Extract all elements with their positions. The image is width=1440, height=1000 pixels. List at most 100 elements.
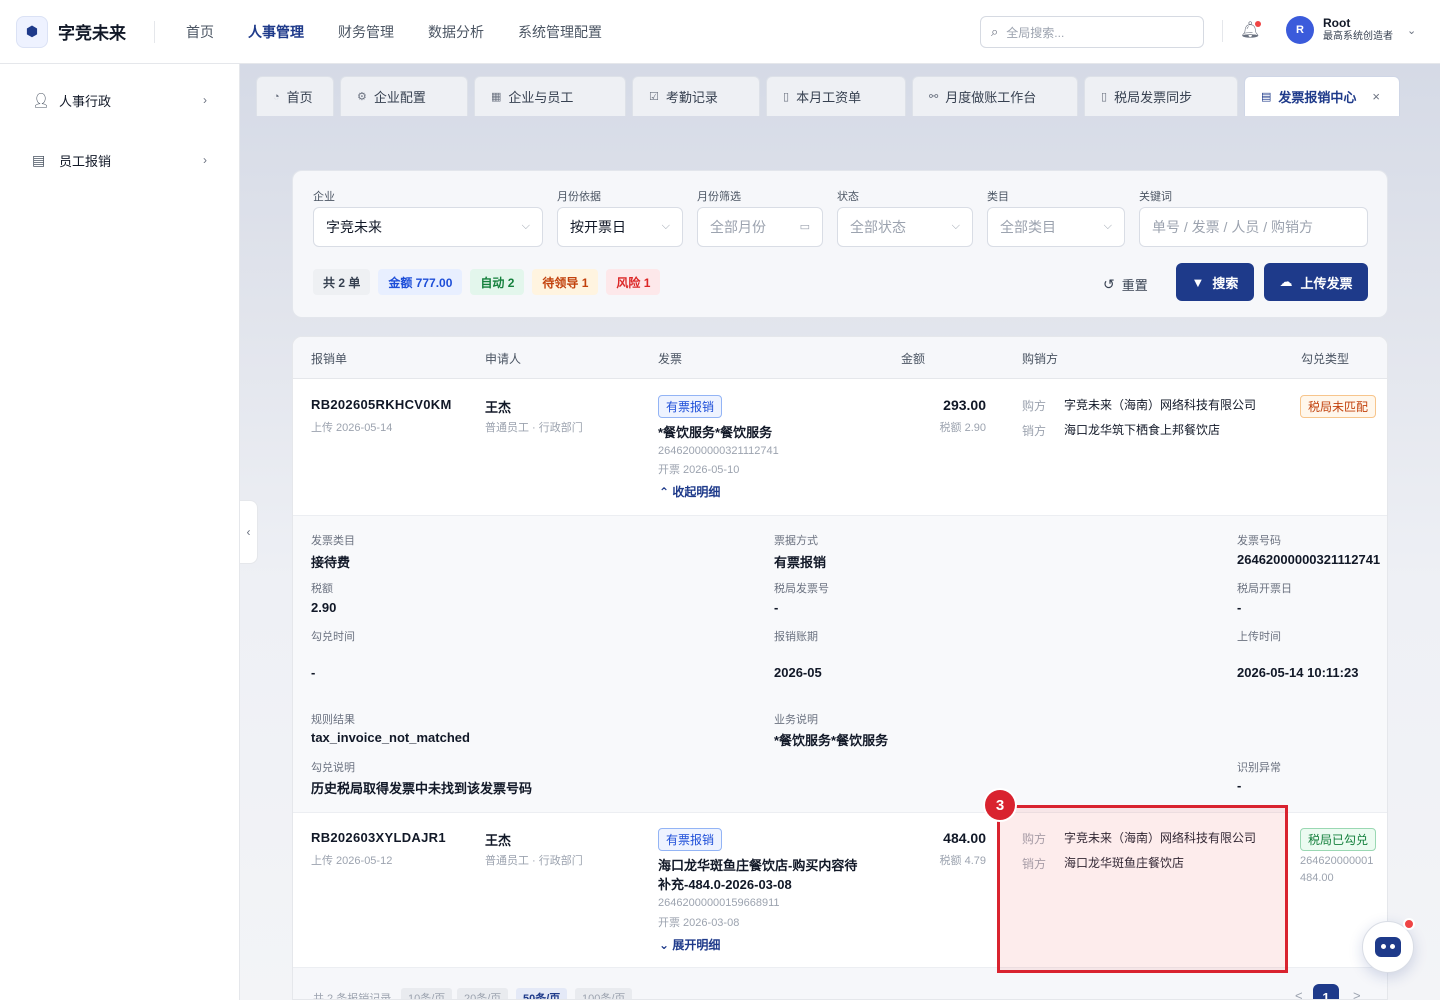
toggle-label: 展开明细 [672,938,721,952]
match-status-tag: 税局已勾兑 [1300,828,1377,851]
risk-chip[interactable]: 风险 1 [606,269,661,295]
match-amount: 484.00 [1300,872,1334,884]
bell-icon[interactable]: 🔔︎ [1240,20,1262,42]
tax-amount: 税额 4.79 [939,855,986,867]
search-icon: ⌕ [991,24,999,39]
company-select[interactable]: 字竞未来 ⌵ [313,207,543,247]
annotation-badge: 3 [985,790,1015,820]
page-size-option[interactable]: 100条/页 [575,988,633,999]
chevron-right-icon: › [203,93,207,107]
tab-company-config[interactable]: ⚙ 企业配置 [340,76,468,116]
user-name: Root [1323,16,1351,30]
table-row[interactable]: RB202605RKHCV0KM 上传 2026-05-14 王杰 普通员工 ·… [293,379,1387,515]
detail-label: 勾兑时间 [311,631,355,643]
tab-tax-sync[interactable]: ▯ 税局发票同步 [1084,76,1238,116]
page-number[interactable]: 1 [1313,984,1339,999]
month-picker[interactable]: 全部月份 ▭ [697,207,823,247]
sidebar-collapse-button[interactable]: ‹ [240,500,258,564]
month-filter-label: 月份筛选 [697,191,741,203]
reimbursement-no[interactable]: RB202605RKHCV0KM [311,397,452,412]
month-placeholder: 全部月份 [710,219,766,235]
page-size-option[interactable]: 20条/页 [457,988,509,999]
amount: 293.00 [943,397,986,413]
detail-value: - [311,665,316,680]
tax-amount: 税额 2.90 [939,422,986,434]
col-header: 报销单 [311,352,348,366]
detail-label: 发票号码 [1237,535,1281,547]
notification-dot [1403,918,1415,930]
upload-invoice-button[interactable]: ☁ 上传发票 [1264,263,1368,301]
month-basis-label: 月份依据 [557,191,601,203]
detail-label: 税额 [311,583,333,595]
col-header: 勾兑类型 [1301,352,1350,366]
sidebar-item-hr-admin[interactable]: 👤︎ 人事行政 › [0,70,239,130]
tab-label: 企业与员工 [508,90,574,105]
sidebar-item-label: 人事行政 [59,93,112,109]
pending-chip[interactable]: 待领导 1 [532,269,599,295]
nav-finance[interactable]: 财务管理 [338,22,394,42]
nav-hr[interactable]: 人事管理 [248,22,304,42]
invoice-date: 开票 2026-05-10 [658,464,740,476]
page-size-option[interactable]: 10条/页 [401,988,453,999]
user-menu[interactable]: R Root 最高系统创造者 ⌄ [1286,16,1416,44]
top-bar: ⬢ 字竞未来 首页 人事管理 财务管理 数据分析 系统管理配置 [0,0,1440,64]
global-search-input[interactable]: ⌕ 全局搜索... [980,16,1204,48]
chevron-down-icon: ⌵ [1103,220,1112,232]
detail-value: - [1237,778,1242,793]
assistant-bot-button[interactable] [1362,918,1415,973]
tab-payroll[interactable]: ▯ 本月工资单 [766,76,906,116]
nav-system[interactable]: 系统管理配置 [518,22,602,42]
keyword-input[interactable]: 单号 / 发票 / 人员 / 购销方 [1139,207,1368,247]
invoice-title-cont: 补充-484.0-2026-03-08 [658,877,792,892]
status-select[interactable]: 全部状态 ⌵ [837,207,973,247]
refresh-icon: ↺ [1103,276,1115,292]
expand-detail-link[interactable]: ⌄ 展开明细 [659,936,720,953]
invoice-date: 开票 2026-03-08 [658,917,740,929]
applicant-name: 王杰 [485,400,512,415]
match-status-tag: 税局未匹配 [1300,395,1377,418]
collapse-detail-link[interactable]: ⌃ 收起明细 [659,483,720,500]
tab-invoice-center[interactable]: ▤ 发票报销中心 × [1244,76,1400,116]
sidebar-item-label: 员工报销 [59,153,112,169]
buyer-name: 字竞未来（海南）网络科技有限公司 [1064,398,1257,412]
user-role: 最高系统创造者 [1323,31,1393,42]
detail-value: 有票报销 [774,555,827,570]
category-select[interactable]: 全部类目 ⌵ [987,207,1125,247]
auto-chip[interactable]: 自动 2 [470,269,525,295]
reimbursement-no[interactable]: RB202603XYLDAJR1 [311,830,446,845]
col-header: 金额 [901,352,926,366]
invoice-title: *餐饮服务*餐饮服务 [658,425,773,440]
chevron-down-icon: ⌄ [1407,24,1417,37]
tab-attendance[interactable]: ☑ 考勤记录 [632,76,760,116]
nav-analytics[interactable]: 数据分析 [428,22,484,42]
page-size-option[interactable]: 50条/页 [516,988,568,999]
detail-value: 2.90 [311,600,337,615]
tab-bookkeeping[interactable]: ⚯ 月度做账工作台 [912,76,1078,116]
category-placeholder: 全部类目 [1000,219,1056,235]
next-page-button[interactable]: > [1353,988,1361,999]
search-button[interactable]: ▼ 搜索 [1176,263,1254,301]
reset-button[interactable]: ↺ 重置 [1103,275,1148,294]
nav-home[interactable]: 首页 [186,22,214,42]
row-detail-panel: 发票类目 接待费 票据方式 有票报销 发票号码 2646200000032111… [293,515,1387,813]
keyword-label: 关键词 [1139,191,1172,203]
prev-page-button[interactable]: < [1295,988,1303,999]
app-logo[interactable]: ⬢ 字竞未来 [16,15,126,48]
amount: 484.00 [943,830,986,846]
tab-home[interactable]: ◔ 首页 [256,76,334,116]
status-label: 状态 [837,191,859,203]
chevron-down-icon: ⌄ [659,938,670,952]
col-header: 申请人 [485,352,522,366]
detail-label: 税局开票日 [1237,583,1292,595]
robot-icon [1375,937,1401,957]
detail-value: - [774,600,779,615]
month-basis-select[interactable]: 按开票日 ⌵ [557,207,683,247]
tab-label: 首页 [286,90,313,105]
invoice-icon: ▤ [1261,91,1272,103]
tab-label: 月度做账工作台 [945,90,1037,105]
calendar-icon: ▭ [799,221,810,233]
sidebar-item-reimbursement[interactable]: ▤ 员工报销 › [0,130,239,190]
close-icon[interactable]: × [1372,89,1380,104]
upload-date: 上传 2026-05-14 [311,422,393,434]
tab-company-employees[interactable]: ▦ 企业与员工 [474,76,626,116]
